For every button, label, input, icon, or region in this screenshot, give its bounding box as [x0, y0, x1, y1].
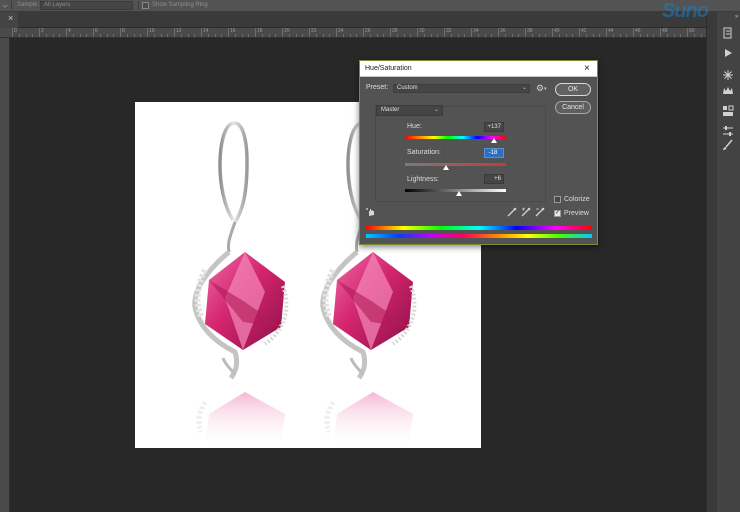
ruler-tick-label: 4 — [68, 28, 71, 34]
preview-label: Preview — [564, 210, 589, 217]
ruler-major-tick — [444, 28, 445, 37]
ruler-major-tick — [255, 28, 256, 37]
canvas-area[interactable] — [10, 38, 706, 512]
divider — [138, 1, 139, 10]
saturation-slider-thumb[interactable] — [443, 165, 450, 170]
history-icon[interactable] — [720, 26, 736, 40]
sample-select-value: All Layers — [44, 2, 71, 8]
gear-icon[interactable]: ⚙ — [536, 83, 544, 94]
cancel-button[interactable]: Cancel — [555, 101, 591, 114]
saturation-slider-track[interactable] — [405, 163, 506, 166]
ruler-major-tick — [471, 28, 472, 37]
ruler-major-tick — [93, 28, 94, 37]
sample-label: Sample: — [17, 2, 40, 8]
ruler-major-tick — [363, 28, 364, 37]
dialog-title: Hue/Saturation — [365, 65, 412, 72]
brush-icon[interactable] — [720, 138, 736, 152]
colorize-checkbox[interactable] — [554, 196, 561, 203]
ruler-major-tick — [39, 28, 40, 37]
ruler-major-tick — [201, 28, 202, 37]
saturation-value-field[interactable]: -18 — [484, 148, 504, 158]
eyedropper-minus-icon[interactable] — [535, 207, 545, 217]
ruler-major-tick — [147, 28, 148, 37]
adjustments-icon[interactable] — [720, 124, 736, 138]
expand-panels-icon[interactable]: » — [735, 14, 738, 20]
ruler-major-tick — [606, 28, 607, 37]
tab-close-icon[interactable]: × — [8, 13, 13, 23]
input-color-ramp — [366, 226, 592, 230]
properties-icon[interactable] — [720, 104, 736, 118]
hue-slider-thumb[interactable] — [490, 138, 497, 143]
document-tab[interactable]: × — [0, 12, 18, 28]
chevron-down-icon[interactable]: ▾ — [544, 86, 547, 92]
chevron-down-icon: ⌄ — [521, 85, 527, 91]
lightness-value-field[interactable]: +6 — [484, 174, 504, 184]
ruler-major-tick — [174, 28, 175, 37]
ruler-major-tick — [525, 28, 526, 37]
dialog-titlebar[interactable]: Hue/Saturation × — [360, 61, 597, 77]
adjustment-group — [375, 106, 546, 202]
horizontal-ruler[interactable]: 0 2 4 6 8 10 12 14 16 18 20 22 24 26 28 30 32 34 36 38 40 42 4… — [0, 28, 706, 38]
saturation-label: Saturation: — [407, 149, 441, 156]
ruler-major-tick — [498, 28, 499, 37]
preset-select[interactable]: Custom ⌄ — [393, 84, 530, 93]
ruler-major-tick — [120, 28, 121, 37]
photoshop-window: Sample: All Layers Show Sampling Ring × … — [0, 0, 740, 512]
panel-dock: » — [706, 12, 740, 512]
hue-label: Hue: — [407, 123, 422, 130]
sample-select[interactable]: All Layers — [40, 1, 133, 10]
ruler-tick-label: 6 — [95, 28, 98, 34]
ruler-major-tick — [336, 28, 337, 37]
ruler-major-tick — [417, 28, 418, 37]
ruler-tick-label: 8 — [122, 28, 125, 34]
targeted-adjustment-hand-icon[interactable] — [366, 207, 376, 217]
ruler-tick-label: 0 — [14, 28, 17, 34]
ruler-major-tick — [390, 28, 391, 37]
ruler-major-tick — [12, 28, 13, 37]
left-earring — [192, 121, 289, 448]
ruler-major-tick — [660, 28, 661, 37]
ruler-major-tick — [66, 28, 67, 37]
vertical-ruler[interactable] — [0, 38, 10, 512]
crown-icon[interactable] — [720, 84, 736, 98]
dock-gutter — [707, 12, 717, 512]
ruler-tick-label: 2 — [41, 28, 44, 34]
sampling-ring-checkbox[interactable] — [142, 2, 149, 9]
preset-value: Custom — [397, 85, 418, 91]
lightness-label: Lightness: — [407, 176, 439, 183]
divider — [11, 1, 12, 10]
tool-preset-chevron-icon[interactable] — [2, 2, 8, 8]
ok-button[interactable]: OK — [555, 83, 591, 96]
preset-label: Preset: — [366, 84, 389, 91]
sampling-ring-label: Show Sampling Ring — [152, 2, 208, 8]
channel-value: Master — [381, 107, 400, 113]
output-color-ramp — [366, 234, 592, 238]
ruler-major-tick — [282, 28, 283, 37]
ruler-major-tick — [633, 28, 634, 37]
play-icon[interactable] — [720, 46, 736, 60]
options-bar: Sample: All Layers Show Sampling Ring — [0, 0, 740, 12]
hue-saturation-dialog: Hue/Saturation × Preset: Custom ⌄ ⚙ ▾ OK… — [359, 60, 598, 245]
preview-checkbox[interactable]: ✓ — [554, 210, 561, 217]
ruler-major-tick — [309, 28, 310, 37]
hue-value-field[interactable]: +137 — [484, 122, 504, 132]
ruler-major-tick — [687, 28, 688, 37]
ruler-major-tick — [228, 28, 229, 37]
sparkle-icon[interactable] — [720, 68, 736, 82]
eyedropper-plus-icon[interactable] — [521, 207, 531, 217]
ruler-major-tick — [552, 28, 553, 37]
colorize-label: Colorize — [564, 196, 590, 203]
lightness-slider-thumb[interactable] — [455, 191, 462, 196]
channel-select[interactable]: Master ⌄ — [376, 105, 443, 116]
ruler-major-tick — [579, 28, 580, 37]
chevron-down-icon: ⌄ — [433, 107, 439, 113]
close-icon[interactable]: × — [584, 63, 590, 74]
watermark-logo: Suno — [662, 0, 709, 22]
document-tab-strip: × — [0, 12, 740, 28]
eyedropper-icon[interactable] — [507, 207, 517, 217]
